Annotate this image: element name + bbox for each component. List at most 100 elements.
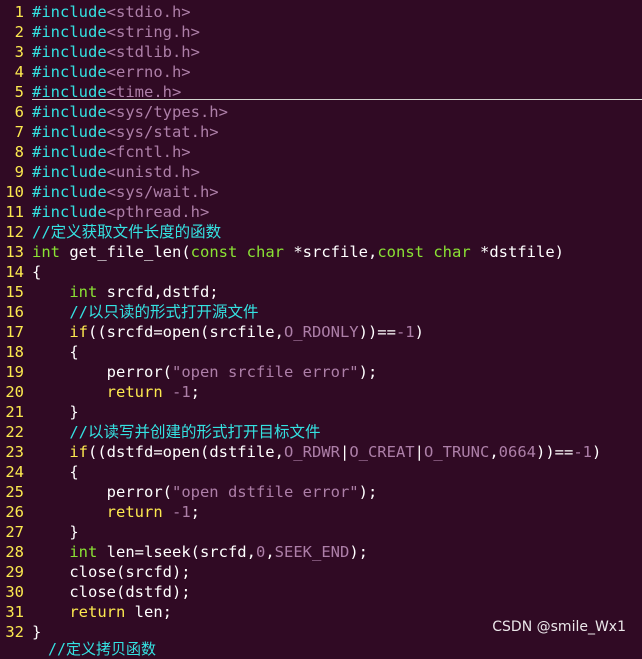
line-code: }: [32, 402, 79, 422]
code-line[interactable]: 20 return -1;: [0, 382, 642, 402]
line-number: 17: [5, 323, 24, 341]
code-line[interactable]: 23 if((dstfd=open(dstfile,O_RDWR|O_CREAT…: [0, 442, 642, 462]
code-line[interactable]: 27 }: [0, 522, 642, 542]
line-code: return len;: [32, 602, 172, 622]
code-token: <time.h>: [106, 83, 182, 101]
code-line[interactable]: 6 #include<sys/types.h>: [0, 102, 642, 122]
code-line[interactable]: 15 int srcfd,dstfd;: [0, 282, 642, 302]
code-token: int: [69, 283, 98, 301]
code-line[interactable]: 18 {: [0, 342, 642, 362]
code-line[interactable]: 9 #include<unistd.h>: [0, 162, 642, 182]
line-code: #include<pthread.h>: [32, 202, 209, 222]
code-token: len;: [125, 603, 172, 621]
code-line[interactable]: 2 #include<string.h>: [0, 22, 642, 42]
line-code: #include<unistd.h>: [32, 162, 200, 182]
code-line[interactable]: 4 #include<errno.h>: [0, 62, 642, 82]
line-number: 20: [5, 383, 24, 401]
code-token: <sys/wait.h>: [106, 183, 219, 201]
line-code: }: [32, 522, 79, 542]
code-line[interactable]: 22 //以读写并创建的形式打开目标文件: [0, 422, 642, 442]
code-token: 0: [255, 543, 266, 561]
code-line[interactable]: 28 int len=lseek(srcfd,0,SEEK_END);: [0, 542, 642, 562]
code-line[interactable]: 21 }: [0, 402, 642, 422]
code-line[interactable]: 30 close(dstfd);: [0, 582, 642, 602]
code-token: <string.h>: [106, 23, 200, 41]
code-line[interactable]: 1 #include<stdio.h>: [0, 2, 642, 22]
line-number: 3: [14, 43, 24, 61]
code-token: *srcfile,: [284, 243, 378, 261]
code-token: "open srcfile error": [171, 363, 359, 381]
code-line[interactable]: 17 if((srcfd=open(srcfile,O_RDONLY))==-1…: [0, 322, 642, 342]
code-line[interactable]: 7 #include<sys/stat.h>: [0, 122, 642, 142]
line-code: #include<errno.h>: [32, 62, 191, 82]
code-token: );: [358, 363, 378, 381]
code-line[interactable]: 16 //以只读的形式打开源文件: [0, 302, 642, 322]
line-number: 13: [5, 243, 24, 261]
code-line[interactable]: 24 {: [0, 462, 642, 482]
line-code: #include<stdio.h>: [32, 2, 191, 22]
code-token: char: [246, 243, 284, 261]
code-line[interactable]: 12 //定义获取文件长度的函数: [0, 222, 642, 242]
code-line[interactable]: 8 #include<fcntl.h>: [0, 142, 642, 162]
code-token: SEEK_END: [274, 543, 350, 561]
line-number: 16: [5, 303, 24, 321]
code-line[interactable]: 5 #include<time.h>: [0, 82, 642, 102]
code-token: -1: [573, 443, 592, 461]
code-token: ((dstfd=open(dstfile,: [88, 443, 284, 461]
code-editor[interactable]: //定义拷贝函数 1 #include<stdio.h> 2 #include<str…: [0, 0, 642, 658]
code-token: ;: [190, 383, 201, 401]
line-number: 5: [14, 83, 24, 101]
line-number: 25: [5, 483, 24, 501]
line-number: 12: [5, 223, 24, 241]
code-line[interactable]: 14 {: [0, 262, 642, 282]
code-token: }: [32, 403, 79, 421]
code-token: char: [433, 243, 471, 261]
code-token: perror(: [32, 363, 172, 381]
code-token: ((srcfd=open(srcfile,: [88, 323, 284, 341]
line-code: if((dstfd=open(dstfile,O_RDWR|O_CREAT|O_…: [32, 442, 601, 462]
line-number: 31: [5, 603, 24, 621]
code-token: close(dstfd);: [32, 583, 191, 601]
code-token: #include: [32, 83, 107, 101]
code-line[interactable]: 11 #include<pthread.h>: [0, 202, 642, 222]
code-line[interactable]: 3 #include<stdlib.h>: [0, 42, 642, 62]
code-token: #include: [32, 163, 107, 181]
line-code: #include<sys/types.h>: [32, 102, 228, 122]
code-line[interactable]: 25 perror("open dstfile error");: [0, 482, 642, 502]
code-line[interactable]: 19 perror("open srcfile error");: [0, 362, 642, 382]
line-number: 8: [14, 143, 24, 161]
code-token: return: [106, 503, 163, 521]
code-token: get_file_len(: [60, 243, 191, 261]
code-token: -1: [395, 323, 415, 341]
code-token: if: [69, 323, 88, 341]
code-line[interactable]: 10 #include<sys/wait.h>: [0, 182, 642, 202]
code-token: ): [591, 443, 602, 461]
code-token: |: [339, 443, 350, 461]
code-token: ): [414, 323, 424, 341]
line-code: {: [32, 462, 78, 482]
code-token: ))==: [358, 323, 396, 341]
code-token: <stdio.h>: [106, 3, 191, 21]
code-line[interactable]: 29 close(srcfd);: [0, 562, 642, 582]
code-token: O_TRUNC: [423, 443, 490, 461]
line-code: //以读写并创建的形式打开目标文件: [32, 422, 320, 442]
line-code: {: [32, 262, 41, 282]
line-number: 18: [5, 343, 24, 361]
line-number: 11: [5, 203, 24, 221]
code-token: }: [32, 523, 79, 541]
code-line[interactable]: 13 int get_file_len(const char *srcfile,c…: [0, 242, 642, 262]
code-token: #include: [32, 103, 107, 121]
line-number: 21: [5, 403, 24, 421]
code-token: #include: [32, 143, 107, 161]
code-token: );: [349, 543, 368, 561]
code-line[interactable]: 26 return -1;: [0, 502, 642, 522]
line-number: 28: [5, 543, 24, 561]
